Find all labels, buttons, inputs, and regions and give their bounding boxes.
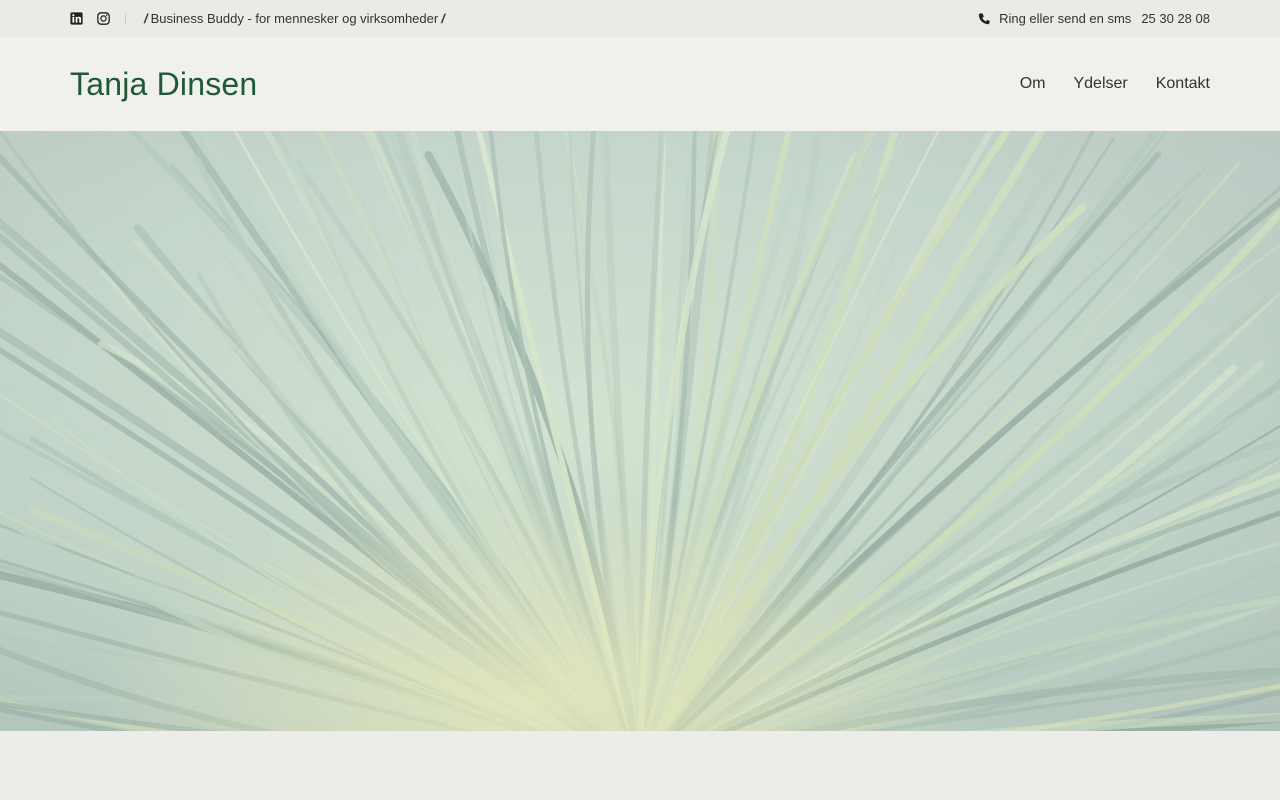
phone-label: Ring eller send en sms (999, 11, 1132, 26)
phone-icon (978, 12, 991, 25)
social-links (70, 12, 110, 25)
tagline-slash-left: / (144, 11, 148, 26)
hero-image (0, 131, 1280, 731)
main-nav: Om Ydelser Kontakt (1020, 75, 1210, 93)
page-below-hero (0, 731, 1280, 800)
instagram-icon[interactable] (97, 12, 110, 25)
tagline-slash-right: / (441, 11, 445, 26)
top-bar-left: / Business Buddy - for mennesker og virk… (70, 11, 448, 26)
phone-number[interactable]: 25 30 28 08 (1141, 11, 1210, 26)
nav-item-om[interactable]: Om (1020, 75, 1046, 93)
top-bar: / Business Buddy - for mennesker og virk… (0, 0, 1280, 37)
hero-plant-photo (0, 131, 1280, 731)
divider (125, 13, 126, 24)
phone-contact[interactable]: Ring eller send en sms 25 30 28 08 (978, 11, 1210, 26)
nav-item-ydelser[interactable]: Ydelser (1073, 75, 1127, 93)
tagline: Business Buddy - for mennesker og virkso… (150, 11, 439, 26)
site-header: Tanja Dinsen Om Ydelser Kontakt (0, 37, 1280, 131)
nav-item-kontakt[interactable]: Kontakt (1156, 75, 1210, 93)
site-logo[interactable]: Tanja Dinsen (70, 66, 257, 103)
linkedin-icon[interactable] (70, 12, 83, 25)
